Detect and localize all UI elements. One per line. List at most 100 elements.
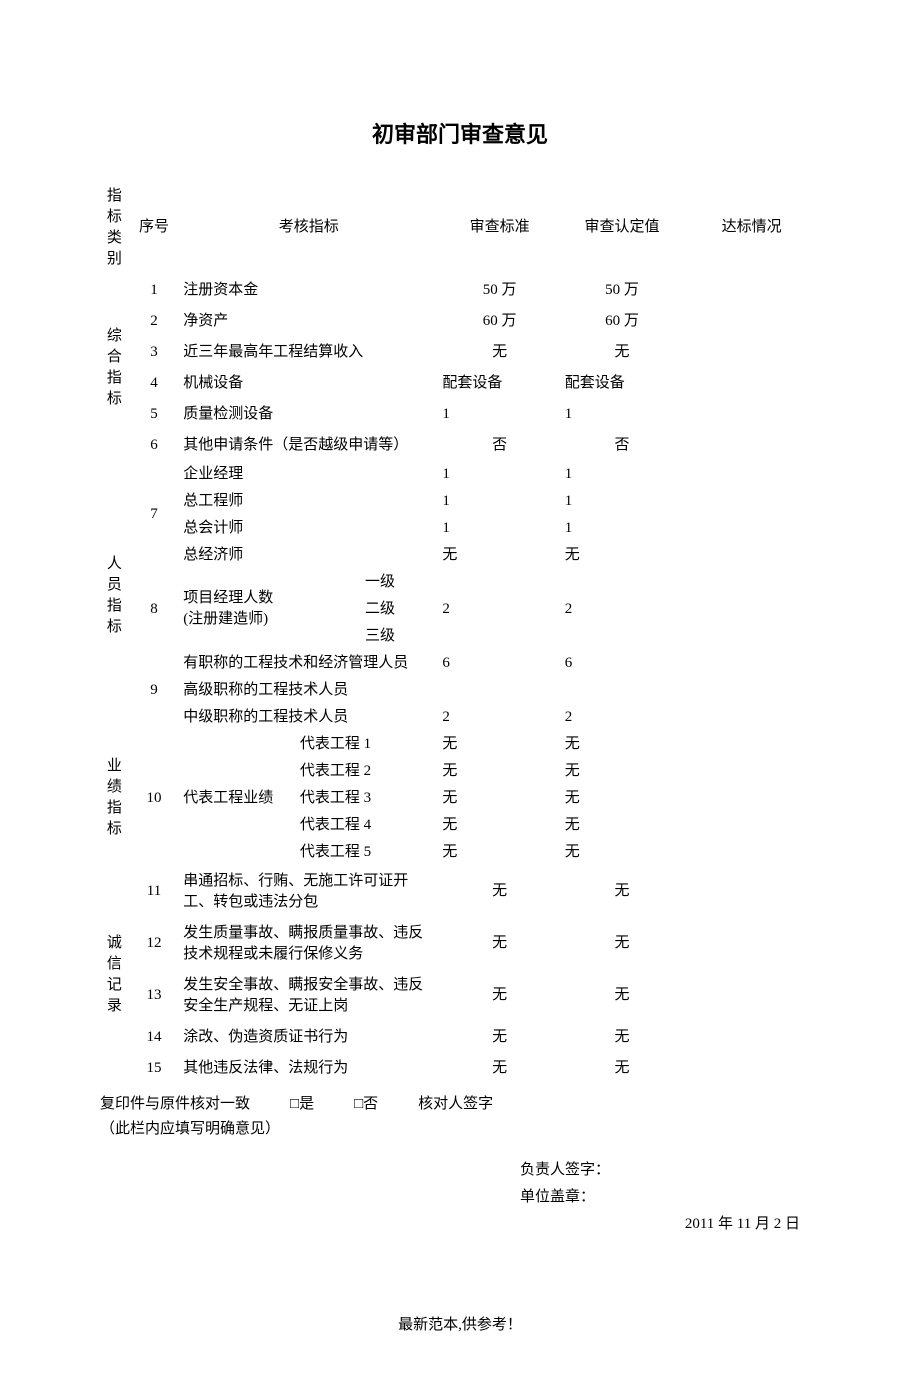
- cell-standard: 无: [438, 812, 560, 839]
- cell-seq: 5: [129, 399, 179, 430]
- page-title: 初审部门审查意见: [100, 120, 820, 151]
- cell-value: 1: [561, 488, 683, 515]
- cell-seq: 9: [129, 650, 179, 731]
- cell-standard: 无: [438, 1053, 560, 1084]
- cell-seq: 6: [129, 430, 179, 461]
- cell-value: 否: [561, 430, 683, 461]
- cell-value: 6: [561, 650, 683, 677]
- cell-indicator: 总会计师: [179, 515, 438, 542]
- cell-standard: 60 万: [438, 306, 560, 337]
- indicator-main: 代表工程业绩: [179, 731, 296, 866]
- header-value: 审查认定值: [561, 181, 683, 275]
- header-seq: 序号: [129, 181, 179, 275]
- cell-value: 无: [561, 812, 683, 839]
- project-3: 代表工程 3: [296, 785, 439, 812]
- cell-indicator: 发生安全事故、瞒报安全事故、违反安全生产规程、无证上岗: [179, 970, 438, 1022]
- cell-value: 无: [561, 731, 683, 758]
- cell-standard: 无: [438, 839, 560, 866]
- cell-value: 无: [561, 918, 683, 970]
- cell-standard: 1: [438, 515, 560, 542]
- cell-value: 无: [561, 1053, 683, 1084]
- cell-standard: 无: [438, 731, 560, 758]
- cell-indicator: 近三年最高年工程结算收入: [179, 337, 438, 368]
- cell-seq: 15: [129, 1053, 179, 1084]
- table-row: 5 质量检测设备 1 1: [100, 399, 820, 430]
- cell-seq: 7: [129, 461, 179, 569]
- cell-standard: 无: [438, 1022, 560, 1053]
- level-2: 二级: [322, 596, 439, 623]
- cell-standard: 无: [438, 337, 560, 368]
- cell-value: 无: [561, 337, 683, 368]
- category-integrity: 诚信记录: [100, 866, 129, 1084]
- cell-indicator: 质量检测设备: [179, 399, 438, 430]
- cell-standard: 1: [438, 461, 560, 488]
- cell-seq: 4: [129, 368, 179, 399]
- indicator-main: 项目经理人数 (注册建造师): [179, 569, 322, 650]
- cell-standard: 无: [438, 970, 560, 1022]
- cell-standard: 无: [438, 918, 560, 970]
- footer-note: （此栏内应填写明确意见）: [100, 1119, 820, 1140]
- cell-status: [683, 542, 820, 569]
- cell-status: [683, 275, 820, 306]
- cell-value: 2: [561, 704, 683, 731]
- cell-seq: 8: [129, 569, 179, 650]
- project-1: 代表工程 1: [296, 731, 439, 758]
- cell-indicator: 代表工程业绩 代表工程 1 代表工程 2 代表工程 3 代表工程 4 代表工程 …: [179, 731, 438, 866]
- category-comprehensive: 综合指标: [100, 275, 129, 461]
- cell-indicator: 有职称的工程技术和经济管理人员: [179, 650, 438, 677]
- date-row: 2011 年 11 月 2 日: [100, 1214, 820, 1235]
- header-status: 达标情况: [683, 181, 820, 275]
- cell-status: [683, 704, 820, 731]
- cell-status: [683, 677, 820, 704]
- header-category: 指标类别: [100, 181, 129, 275]
- project-4: 代表工程 4: [296, 812, 439, 839]
- cell-seq: 13: [129, 970, 179, 1022]
- cell-indicator: 高级职称的工程技术人员: [179, 677, 438, 704]
- bottom-note: 最新范本,供参考！: [100, 1315, 820, 1336]
- cell-value: 1: [561, 461, 683, 488]
- table-row: 总工程师 1 1: [100, 488, 820, 515]
- cell-standard: 1: [438, 399, 560, 430]
- cell-status: [683, 785, 820, 812]
- cell-value: [561, 677, 683, 704]
- footer-check-block: 复印件与原件核对一致 □是 □否 核对人签字 （此栏内应填写明确意见）: [100, 1094, 820, 1140]
- cell-value: 配套设备: [561, 368, 683, 399]
- cell-indicator: 机械设备: [179, 368, 438, 399]
- cell-seq: 3: [129, 337, 179, 368]
- check-label: 复印件与原件核对一致: [100, 1094, 250, 1115]
- cell-value: 60 万: [561, 306, 683, 337]
- table-row: 诚信记录 11 串通招标、行贿、无施工许可证开工、转包或违法分包 无 无: [100, 866, 820, 918]
- cell-value: 无: [561, 970, 683, 1022]
- cell-status: [683, 1022, 820, 1053]
- cell-seq: 10: [129, 731, 179, 866]
- cell-seq: 11: [129, 866, 179, 918]
- table-row: 15 其他违反法律、法规行为 无 无: [100, 1053, 820, 1084]
- responsible-sign: 负责人签字：: [520, 1160, 820, 1181]
- unit-stamp: 单位盖章：: [520, 1187, 820, 1208]
- cell-status: [683, 399, 820, 430]
- cell-indicator: 中级职称的工程技术人员: [179, 704, 438, 731]
- cell-status: [683, 918, 820, 970]
- table-row: 13 发生安全事故、瞒报安全事故、违反安全生产规程、无证上岗 无 无: [100, 970, 820, 1022]
- cell-status: [683, 430, 820, 461]
- cell-status: [683, 368, 820, 399]
- table-row: 12 发生质量事故、瞒报质量事故、违反技术规程或未履行保修义务 无 无: [100, 918, 820, 970]
- cell-status: [683, 866, 820, 918]
- cell-status: [683, 569, 820, 650]
- cell-status: [683, 812, 820, 839]
- table-row: 中级职称的工程技术人员 2 2: [100, 704, 820, 731]
- table-row: 6 其他申请条件（是否越级申请等） 否 否: [100, 430, 820, 461]
- category-performance: 业绩指标: [100, 731, 129, 866]
- header-indicator: 考核指标: [179, 181, 438, 275]
- signature-block: 负责人签字： 单位盖章：: [100, 1160, 820, 1208]
- cell-status: [683, 488, 820, 515]
- cell-value: 1: [561, 399, 683, 430]
- cell-value: 无: [561, 758, 683, 785]
- cell-seq: 1: [129, 275, 179, 306]
- cell-status: [683, 839, 820, 866]
- table-row: 2 净资产 60 万 60 万: [100, 306, 820, 337]
- table-row: 3 近三年最高年工程结算收入 无 无: [100, 337, 820, 368]
- cell-seq: 14: [129, 1022, 179, 1053]
- table-row: 高级职称的工程技术人员: [100, 677, 820, 704]
- verifier-label: 核对人签字: [418, 1094, 493, 1115]
